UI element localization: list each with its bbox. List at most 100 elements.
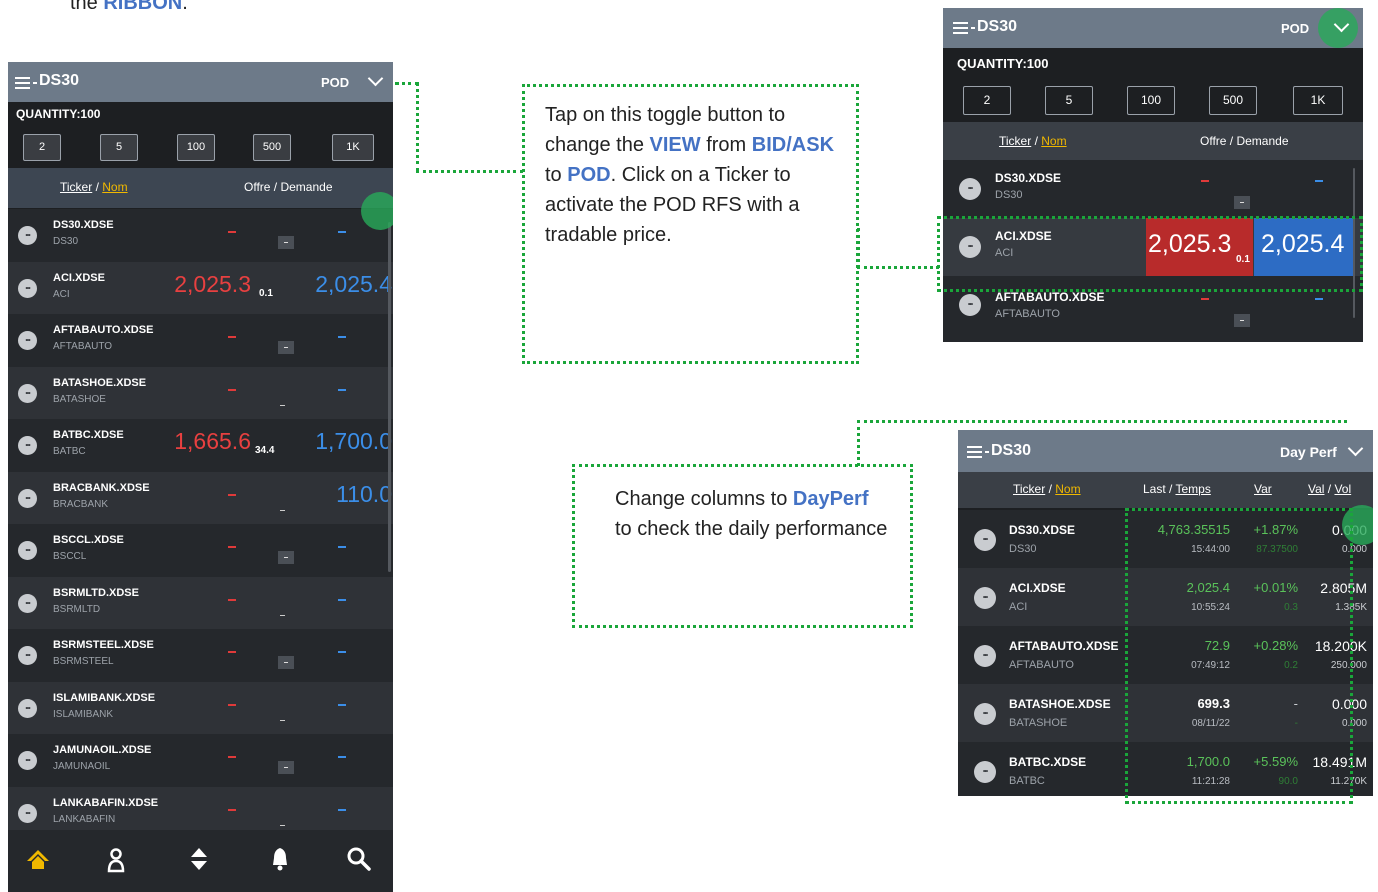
row-menu-icon[interactable] [974, 587, 996, 609]
quantity-button[interactable]: 500 [253, 134, 291, 161]
ticker-symbol: LANKABAFIN.XDSE [53, 797, 159, 809]
var-header[interactable]: Var [1254, 482, 1272, 496]
table-row[interactable]: BATASHOE.XDSE BATASHOE [8, 367, 393, 420]
table-row[interactable]: BSRMLTD.XDSE BSRMLTD [8, 577, 393, 630]
spread-empty [280, 405, 285, 406]
row-menu-icon[interactable] [18, 594, 37, 613]
bid-price[interactable]: 2,025.3 [174, 271, 251, 298]
row-menu-icon[interactable] [18, 331, 37, 350]
quantity-label: QUANTITY:100 [957, 56, 1049, 71]
spread-empty [278, 656, 294, 669]
view-toggle-label[interactable]: POD [321, 75, 349, 90]
callout-text: from [700, 134, 752, 156]
ticker-name: DS30 [1009, 543, 1037, 555]
watchlist-title[interactable]: DS30 [991, 442, 1031, 460]
row-menu-icon[interactable] [18, 541, 37, 560]
callout-pod-view: Tap on this toggle button to change the … [522, 84, 859, 364]
table-row[interactable]: BSRMSTEEL.XDSE BSRMSTEEL [8, 629, 393, 682]
menu-icon[interactable] [967, 446, 982, 448]
row-menu-icon[interactable] [18, 226, 37, 245]
column-header: Ticker / Nom Offre / Demande [943, 122, 1363, 160]
offre-demande-header[interactable]: Offre / Demande [244, 180, 333, 194]
search-icon[interactable] [346, 846, 372, 872]
chevron-down-icon[interactable] [1347, 440, 1364, 457]
table-row[interactable]: AFTABAUTO.XDSE AFTABAUTO [8, 314, 393, 367]
ask-empty [338, 231, 346, 233]
row-menu-icon[interactable] [18, 804, 37, 823]
quantity-button[interactable]: 1K [1293, 86, 1343, 115]
spread-empty [280, 615, 285, 616]
quantity-button[interactable]: 100 [177, 134, 215, 161]
row-menu-icon[interactable] [974, 529, 996, 551]
ticker-name: BSRMLTD [53, 604, 101, 615]
watchlist-title[interactable]: DS30 [39, 72, 79, 90]
ask-price[interactable]: 110.0 [336, 481, 392, 508]
quantity-button[interactable]: 1K [332, 134, 374, 161]
ticker-name: ACI [53, 289, 70, 300]
bid-empty [228, 599, 236, 601]
quantity-button[interactable]: 5 [100, 134, 138, 161]
menu-icon[interactable] [953, 22, 968, 24]
row-menu-icon[interactable] [18, 646, 37, 665]
offre-demande-header[interactable]: Offre / Demande [1200, 134, 1289, 148]
row-menu-icon[interactable] [18, 489, 37, 508]
row-menu-icon[interactable] [959, 294, 981, 316]
table-row[interactable]: JAMUNAOIL.XDSE JAMUNAOIL [8, 734, 393, 787]
selection-outline [937, 216, 1363, 292]
ask-empty [1315, 298, 1323, 300]
ask-price[interactable]: 2,025.4 [315, 271, 392, 298]
row-menu-icon[interactable] [18, 384, 37, 403]
row-menu-icon[interactable] [974, 703, 996, 725]
dash-icon [33, 82, 37, 84]
row-menu-icon[interactable] [18, 436, 37, 455]
watchlist-header: DS30 POD [943, 8, 1363, 48]
ticker-name: BATASHOE [1009, 717, 1068, 729]
menu-icon[interactable] [15, 77, 30, 79]
user-icon[interactable] [105, 846, 127, 874]
view-toggle-label[interactable]: POD [1281, 21, 1309, 36]
quantity-button[interactable]: 5 [1045, 86, 1093, 115]
ticker-symbol: BSRMLTD.XDSE [53, 587, 139, 599]
row-menu-icon[interactable] [18, 699, 37, 718]
val-vol-header[interactable]: Val / Vol [1308, 482, 1351, 496]
table-row[interactable]: ACI.XDSE ACI 2,025.3 0.1 2,025.4 [8, 262, 393, 315]
quantity-button[interactable]: 2 [963, 86, 1011, 115]
bell-icon[interactable] [270, 846, 290, 872]
row-menu-icon[interactable] [18, 279, 37, 298]
connector-line [857, 266, 939, 269]
table-row[interactable]: BRACBANK.XDSE BRACBANK 110.0 [8, 472, 393, 525]
row-menu-icon[interactable] [974, 645, 996, 667]
ticker-nom-header[interactable]: Ticker / Nom [999, 134, 1067, 148]
quantity-button[interactable]: 100 [1127, 86, 1175, 115]
home-icon[interactable] [25, 848, 51, 872]
chevron-down-icon[interactable] [367, 70, 384, 87]
quantity-label: QUANTITY:100 [16, 107, 101, 121]
bid-empty [228, 494, 236, 496]
table-row[interactable]: BSCCL.XDSE BSCCL [8, 524, 393, 577]
ticker-name: BSRMSTEEL [53, 656, 114, 667]
highlight-text: BID/ASK [751, 134, 835, 156]
bid-price[interactable]: 1,665.6 [174, 428, 251, 455]
last-temps-header[interactable]: Last / Temps [1143, 482, 1211, 496]
ask-price[interactable]: 1,700.0 [315, 428, 392, 455]
table-row[interactable]: DS30.XDSE DS30 [8, 209, 393, 262]
table-row[interactable]: BATBC.XDSE BATBC 1,665.6 34.4 1,700.0 [8, 419, 393, 472]
table-row[interactable]: DS30.XDSE DS30 [943, 160, 1363, 218]
watchlist-title[interactable]: DS30 [977, 18, 1017, 36]
ticker-symbol: AFTABAUTO.XDSE [1009, 639, 1119, 653]
spread-empty [280, 720, 285, 721]
ticker-nom-header[interactable]: Ticker / Nom [60, 180, 128, 194]
connector-line [416, 82, 419, 172]
view-toggle-label[interactable]: Day Perf [1280, 444, 1337, 460]
quantity-button[interactable]: 2 [23, 134, 61, 161]
table-row[interactable]: ISLAMIBANK.XDSE ISLAMIBANK [8, 682, 393, 735]
scrollbar[interactable] [388, 222, 391, 572]
sort-icon[interactable] [189, 846, 209, 872]
quantity-button[interactable]: 500 [1209, 86, 1257, 115]
ticker-name: BSCCL [53, 551, 87, 562]
ticker-nom-header[interactable]: Ticker / Nom [1013, 482, 1081, 496]
row-menu-icon[interactable] [18, 751, 37, 770]
row-menu-icon[interactable] [959, 178, 981, 200]
spread-value: 34.4 [255, 445, 275, 456]
row-menu-icon[interactable] [974, 761, 996, 783]
